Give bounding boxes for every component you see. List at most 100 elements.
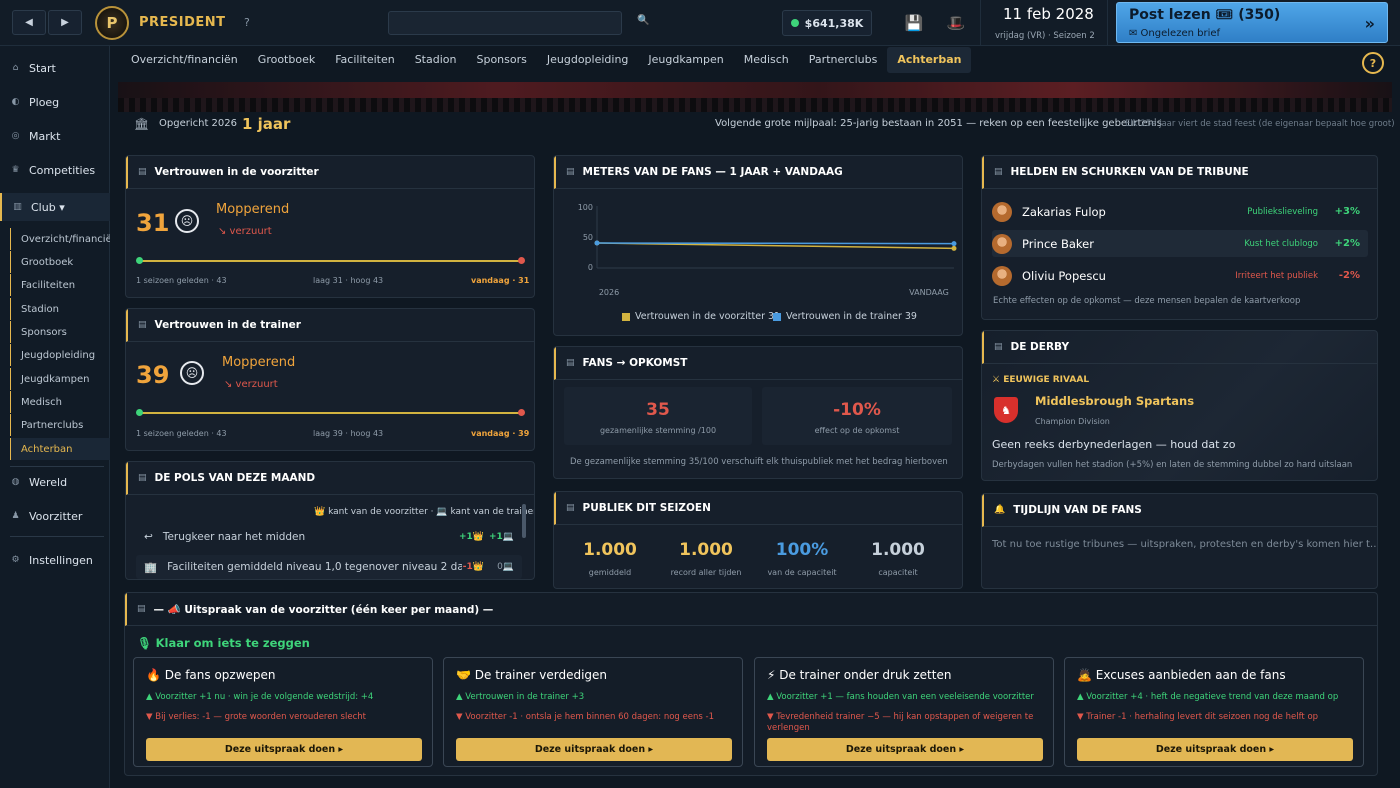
trust-start-point: [136, 409, 143, 416]
make-speech-button[interactable]: Deze uitspraak doen ▸: [1077, 738, 1353, 761]
milestone-text: Volgende grote mijlpaal: 25-jarig bestaa…: [715, 118, 1162, 129]
tab-grootboek[interactable]: Grootboek: [248, 47, 325, 73]
make-speech-button[interactable]: Deze uitspraak doen ▸: [456, 738, 732, 761]
pulse-scrollbar[interactable]: [522, 504, 526, 538]
player-avatar: [992, 265, 1012, 286]
sidebar-item-start[interactable]: ⌂ Start: [0, 54, 110, 82]
sidebar-item-competities[interactable]: ♛ Competities: [0, 156, 110, 184]
sidebar-item-instellingen[interactable]: ⚙ Instellingen: [0, 546, 110, 574]
rival-team-name[interactable]: Middlesbrough Spartans: [1035, 394, 1194, 408]
trust-value: 39: [136, 361, 170, 389]
pulse-chair-delta: -1👑: [462, 562, 484, 572]
trust-coach-card: ▤ Vertrouwen in de trainer 39 ☹ Mopperend…: [125, 308, 535, 451]
trend-label: ↘ verzuurt: [218, 226, 272, 237]
option-upside: ▲ Voorzitter +4 · heft de negatieve tren…: [1077, 692, 1339, 702]
make-speech-button[interactable]: Deze uitspraak doen ▸: [146, 738, 422, 761]
audience-stat-label: gemiddeld: [588, 568, 632, 577]
sidebar-sub-stadion[interactable]: Stadion: [10, 298, 110, 320]
megaphone-icon: ▤: [137, 604, 146, 614]
effect-stat: -10% effect op de opkomst: [762, 400, 952, 435]
read-mail-button[interactable]: Post lezen 🎟 (350) ✉ Ongelezen brief »: [1116, 2, 1388, 43]
mood-stat-value: 35: [646, 400, 670, 420]
back-button[interactable]: ◀: [12, 10, 46, 35]
sidebar-sub-jeugdkampen[interactable]: Jeugdkampen: [10, 368, 110, 390]
option-title: 🤝 De trainer verdedigen: [456, 668, 608, 682]
help-icon[interactable]: ?: [244, 16, 250, 29]
sidebar-sub-faciliteiten[interactable]: Faciliteiten: [10, 274, 110, 296]
option-downside: ▼ Bij verlies: -1 — grote woorden veroud…: [146, 712, 366, 722]
tab-faciliteiten[interactable]: Faciliteiten: [325, 47, 404, 73]
sidebar-sub-medisch[interactable]: Medisch: [10, 391, 110, 413]
forward-button[interactable]: ▶: [48, 10, 82, 35]
tab-partnerclubs[interactable]: Partnerclubs: [799, 47, 888, 73]
sidebar-item-markt[interactable]: ◎ Markt: [0, 122, 110, 150]
tab-sponsors[interactable]: Sponsors: [466, 47, 536, 73]
milestone-note: Elk 25e jaar viert de stad feest (de eig…: [1125, 119, 1395, 129]
series-line: [596, 242, 955, 245]
legend-label: Vertrouwen in de trainer 39: [786, 311, 917, 322]
trust-chairman-card: ▤ Vertrouwen in de voorzitter 31 ☹ Mopper…: [125, 155, 535, 298]
audience-stat: 1.000 capaciteit: [850, 540, 946, 577]
player-delta: -2%: [1338, 270, 1360, 281]
heroes-card: ▤ HELDEN EN SCHURKEN VAN DE TRIBUNE Zakar…: [981, 155, 1378, 320]
speech-option: 🔥 De fans opzwepen ▲ Voorzitter +1 nu · …: [133, 657, 433, 767]
derby-card: ▤ DE DERBY ⚔ EEUWIGE RIVAAL ♞ Middlesbrou…: [981, 330, 1378, 481]
sidebar-sub-jeugdopleiding[interactable]: Jeugdopleiding: [10, 344, 110, 366]
return-icon: ↩: [144, 531, 153, 543]
legend-swatch: [773, 312, 781, 321]
audience-stat: 1.000 gemiddeld: [562, 540, 658, 577]
tab-achterban[interactable]: Achterban: [887, 47, 972, 73]
sidebar-sub-sponsors[interactable]: Sponsors: [10, 321, 110, 343]
speech-option: 🤝 De trainer verdedigen ▲ Vertrouwen in …: [443, 657, 743, 767]
player-tag: Publiekslieveling: [1247, 206, 1318, 217]
tab-jeugdkampen[interactable]: Jeugdkampen: [638, 47, 733, 73]
trophy-icon: ♛: [11, 165, 20, 175]
hat-icon[interactable]: 🎩: [946, 13, 966, 33]
team-icon: ◐: [11, 97, 20, 107]
player-avatar: [992, 201, 1012, 222]
player-name: Zakarias Fulop: [1022, 204, 1106, 219]
option-upside: ▲ Voorzitter +1 nu · win je de volgende …: [146, 692, 374, 702]
president-icon: ♟: [11, 511, 20, 521]
club-tabs: Overzicht/financiën Grootboek Faciliteit…: [121, 47, 972, 73]
tab-overzicht[interactable]: Overzicht/financiën: [121, 47, 248, 73]
chart-icon: ▤: [994, 342, 1003, 352]
hero-row[interactable]: Prince Baker Kust het clublogo +2%: [992, 230, 1368, 257]
sidebar-sub-achterban[interactable]: Achterban: [10, 438, 110, 460]
hero-row[interactable]: Oliviu Popescu Irriteert het publiek -2%: [992, 262, 1368, 289]
sidebar-item-wereld[interactable]: ◍ Wereld: [0, 468, 110, 496]
audience-card: ▤ PUBLIEK DIT SEIZOEN 1.000 gemiddeld 1.00…: [553, 491, 963, 589]
search-icon[interactable]: 🔍: [637, 15, 649, 26]
player-tag: Irriteert het publiek: [1235, 270, 1318, 281]
help-button[interactable]: ?: [1362, 52, 1384, 74]
save-icon[interactable]: 💾: [904, 13, 924, 33]
legend-label: Vertrouwen in de voorzitter 31: [635, 311, 781, 322]
sidebar-item-voorzitter[interactable]: ♟ Voorzitter: [0, 502, 110, 530]
option-downside: ▼ Trainer -1 · herhaling levert dit seiz…: [1077, 712, 1319, 722]
series-point: [594, 240, 600, 246]
hero-row[interactable]: Zakarias Fulop Publiekslieveling +3%: [992, 198, 1368, 225]
sidebar-sub-partnerclubs[interactable]: Partnerclubs: [10, 414, 110, 436]
search-input[interactable]: [388, 11, 622, 35]
sidebar-sub-grootboek[interactable]: Grootboek: [10, 251, 110, 273]
legend-item: Vertrouwen in de voorzitter 31: [622, 311, 780, 322]
sidebar-sub-overzicht[interactable]: Overzicht/financiën: [10, 228, 110, 250]
tab-jeugdopleiding[interactable]: Jeugdopleiding: [537, 47, 639, 73]
y-tick-label: 0: [588, 263, 593, 272]
market-icon: ◎: [11, 131, 20, 141]
card-header: ▤ DE DERBY: [982, 331, 1377, 364]
audience-stat: 1.000 record aller tijden: [658, 540, 754, 577]
make-speech-button[interactable]: Deze uitspraak doen ▸: [767, 738, 1043, 761]
player-tag: Kust het clublogo: [1244, 238, 1318, 249]
club-icon: ▥: [13, 202, 22, 212]
bell-icon: 🔔: [994, 505, 1006, 515]
card-title: PUBLIEK DIT SEIZOEN: [582, 502, 711, 514]
legend-item: Vertrouwen in de trainer 39: [773, 311, 917, 322]
mood-label: Mopperend: [216, 202, 290, 217]
card-title: FANS → OPKOMST: [582, 357, 688, 369]
sidebar-item-club[interactable]: ▥ Club ▾: [0, 193, 110, 221]
tab-stadion[interactable]: Stadion: [405, 47, 467, 73]
tab-medisch[interactable]: Medisch: [734, 47, 799, 73]
sidebar-item-ploeg[interactable]: ◐ Ploeg: [0, 88, 110, 116]
sidebar-item-label: Competities: [29, 163, 96, 177]
